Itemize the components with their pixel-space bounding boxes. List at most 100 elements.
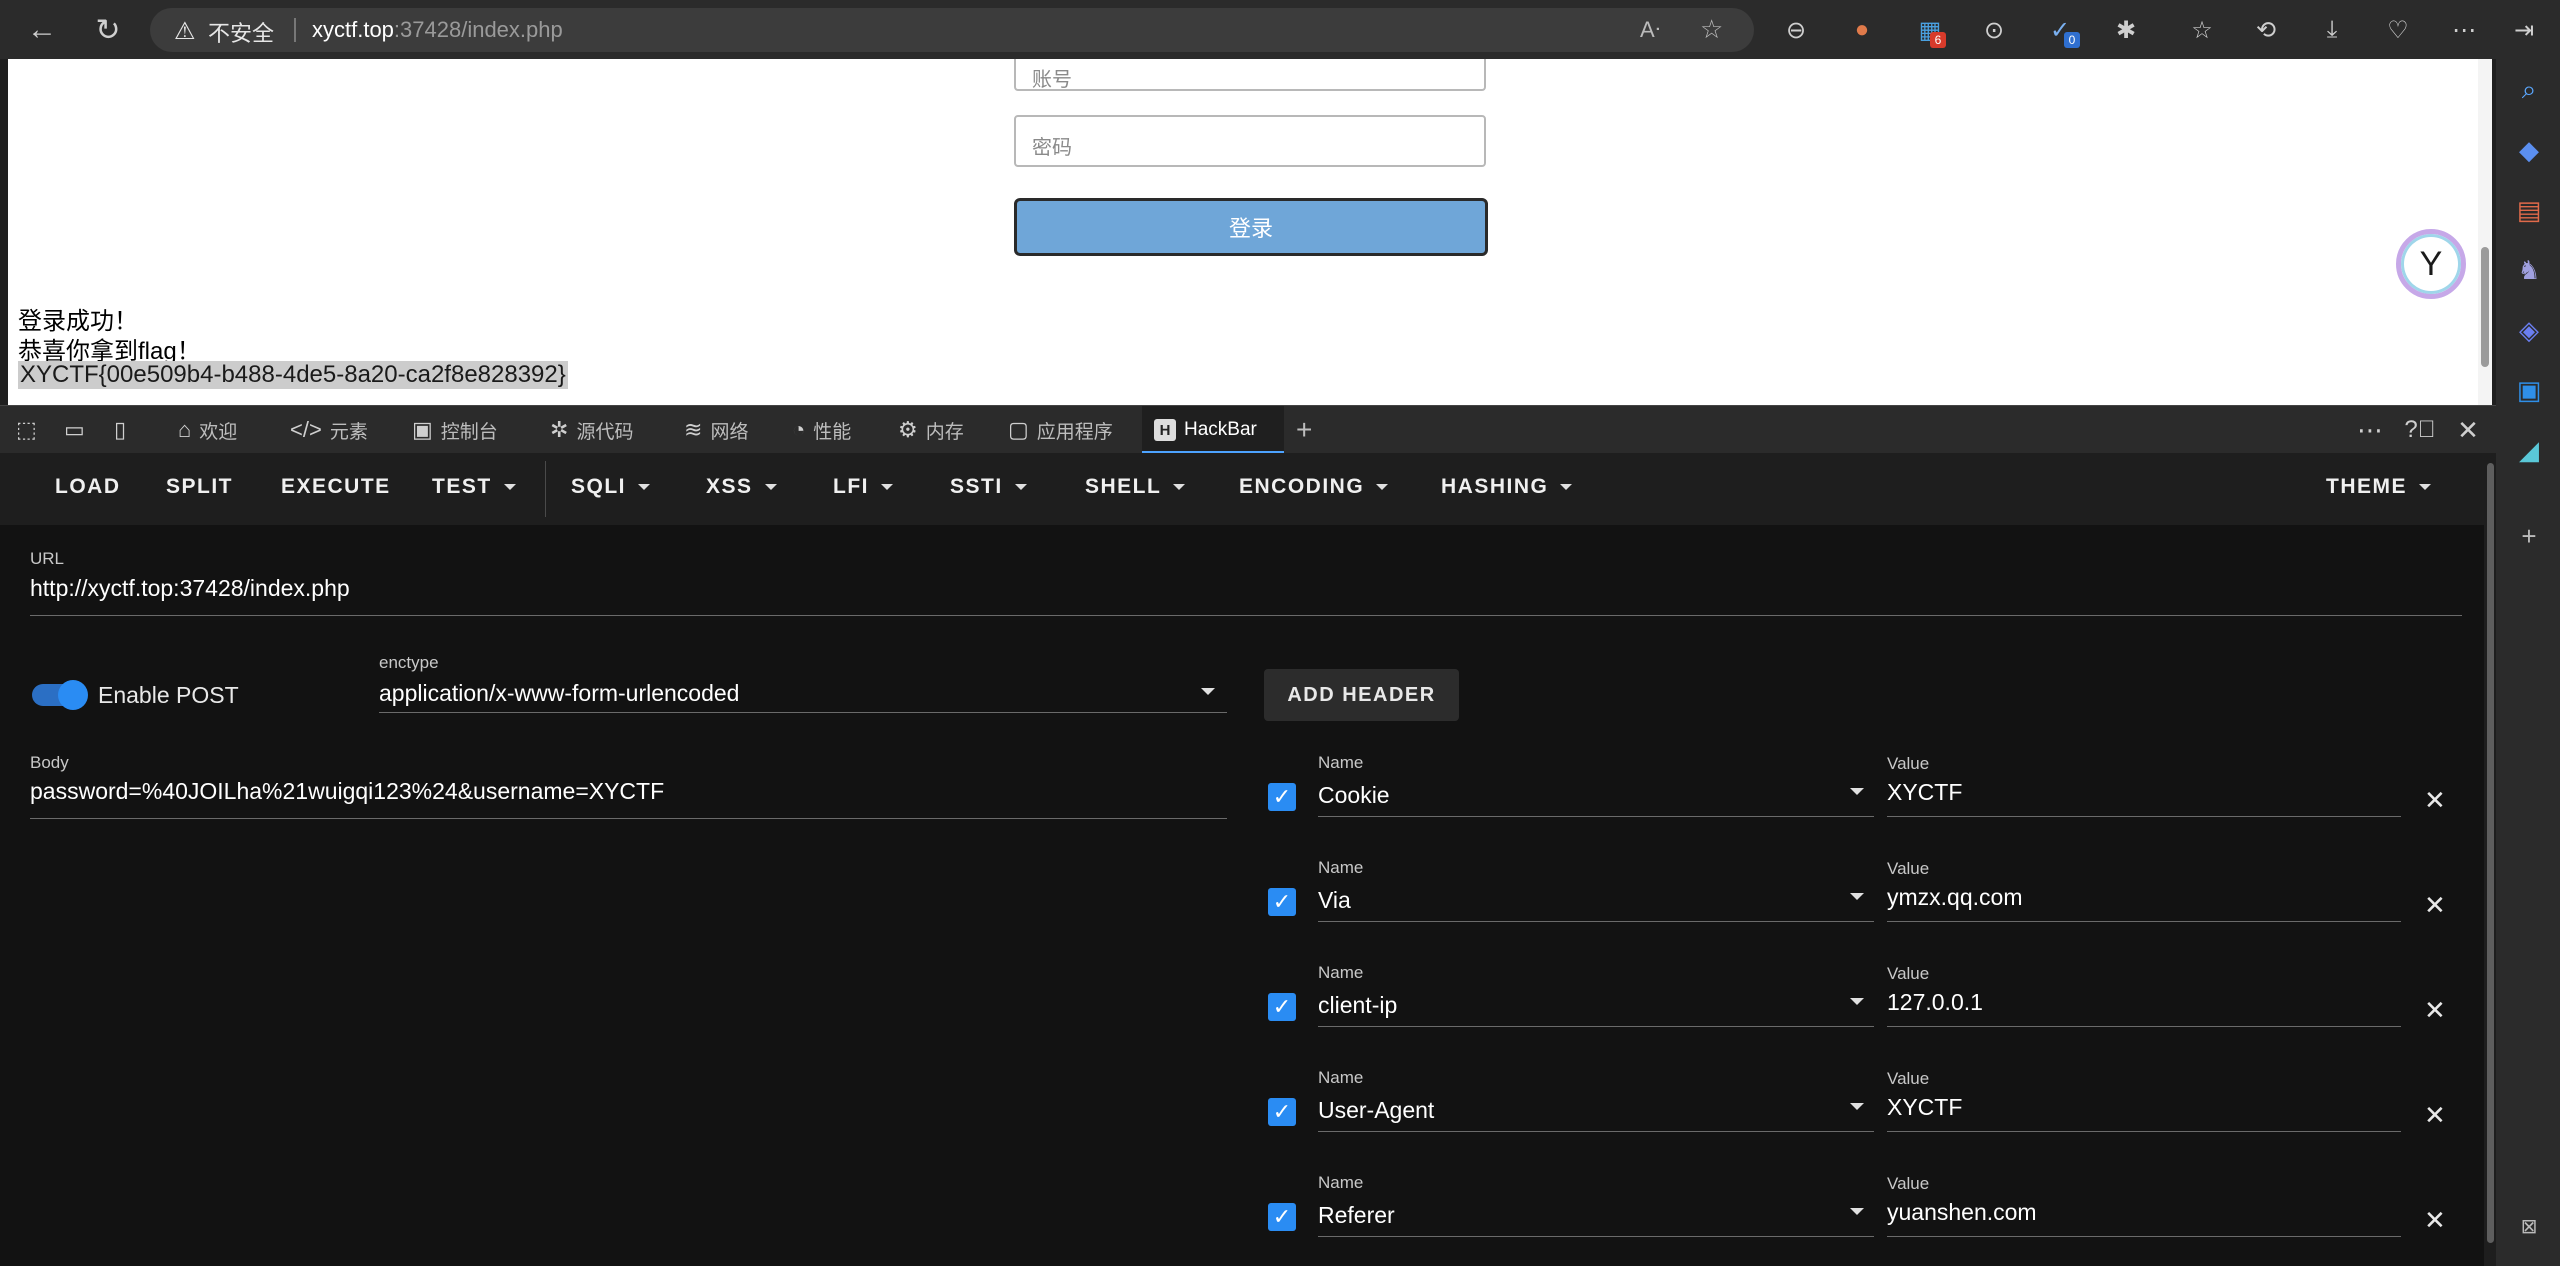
devtools-more-icon[interactable]: ⋯ — [2354, 414, 2386, 446]
url-input[interactable]: http://xyctf.top:37428/index.php — [30, 575, 350, 602]
header-user-agent-checkbox[interactable]: ✓ — [1268, 1098, 1296, 1126]
hackbar-scrollbar-thumb[interactable] — [2487, 463, 2494, 1243]
tab-network[interactable]: ≋ 网络 — [684, 406, 748, 454]
password-input[interactable]: 密码 — [1014, 115, 1486, 167]
xss-menu[interactable]: XSS — [706, 475, 777, 499]
add-sidebar-app-icon[interactable]: + — [2512, 519, 2546, 553]
chevron-down-icon[interactable] — [1201, 688, 1215, 695]
favorite-star-icon[interactable]: ☆ — [1700, 14, 1723, 45]
username-input[interactable]: 账号 — [1014, 59, 1486, 91]
shopping-tag-icon[interactable]: ◆ — [2512, 133, 2546, 167]
dock-icon[interactable]: ▯ — [114, 406, 134, 454]
body-input[interactable]: password=%40JOILha%21wuigqi123%24&userna… — [30, 778, 664, 805]
chevron-down-icon[interactable] — [1850, 1103, 1864, 1110]
chevron-down-icon[interactable] — [1850, 788, 1864, 795]
assistant-logo-icon[interactable]: Y — [2396, 229, 2466, 299]
tab-application[interactable]: ▢ 应用程序 — [1008, 406, 1113, 454]
url-host: xyctf.top — [312, 17, 394, 42]
send-plane-icon[interactable]: ◢ — [2512, 433, 2546, 467]
enctype-select[interactable]: application/x-www-form-urlencoded — [379, 680, 739, 707]
downloads-icon[interactable]: ⤓ — [2316, 14, 2348, 46]
tab-hackbar[interactable]: H HackBar — [1142, 406, 1284, 454]
tab-welcome[interactable]: ⌂ 欢迎 — [178, 406, 237, 454]
warning-icon: ⚠ — [174, 18, 196, 45]
header-name-input[interactable]: Via — [1318, 887, 1351, 914]
header-name-underline — [1318, 921, 1874, 922]
test-menu[interactable]: TEST — [432, 475, 516, 499]
security-label[interactable]: 不安全 — [208, 16, 274, 48]
header-value-input[interactable]: 127.0.0.1 — [1887, 989, 1983, 1016]
search-icon[interactable]: ⌕ — [2512, 73, 2546, 107]
remove-header-icon[interactable]: ✕ — [2424, 1205, 2446, 1236]
tab-performance[interactable]: ◔ 性能 — [792, 406, 851, 454]
extension-mask-icon[interactable]: ⊙ — [1978, 14, 2010, 46]
history-icon[interactable]: ⟲ — [2250, 14, 2282, 46]
header-client-ip-checkbox[interactable]: ✓ — [1268, 993, 1296, 1021]
load-button[interactable]: LOAD — [55, 475, 121, 499]
menu-divider — [545, 461, 546, 517]
remove-header-icon[interactable]: ✕ — [2424, 785, 2446, 816]
ssti-menu[interactable]: SSTI — [950, 475, 1027, 499]
address-bar[interactable]: ⚠ 不安全 xyctf.top:37428/index.php Aᐧ ☆ — [150, 8, 1754, 52]
header-value-input[interactable]: XYCTF — [1887, 779, 1962, 806]
header-referer-checkbox[interactable]: ✓ — [1268, 1203, 1296, 1231]
sidebar-toggle-icon[interactable]: ⇥ — [2508, 14, 2540, 46]
remove-header-icon[interactable]: ✕ — [2424, 890, 2446, 921]
device-emulation-icon[interactable]: ▭ — [64, 406, 93, 454]
chevron-down-icon[interactable] — [1850, 1208, 1864, 1215]
header-name-input[interactable]: Referer — [1318, 1202, 1395, 1229]
theme-menu[interactable]: THEME — [2326, 475, 2431, 499]
page-scrollbar[interactable] — [2478, 59, 2492, 405]
header-value-input[interactable]: XYCTF — [1887, 1094, 1962, 1121]
split-button[interactable]: SPLIT — [166, 475, 233, 499]
zoom-out-icon[interactable]: ⊖ — [1780, 14, 1812, 46]
hackbar-scrollbar[interactable] — [2484, 453, 2496, 1266]
hashing-menu[interactable]: HASHING — [1441, 475, 1573, 499]
header-name-input[interactable]: Cookie — [1318, 782, 1390, 809]
url-label: URL — [30, 549, 65, 568]
enable-post-toggle-knob[interactable] — [58, 680, 88, 710]
extension-owl-icon[interactable]: ● — [1846, 14, 1878, 46]
refresh-icon[interactable]: ↻ — [88, 10, 128, 50]
extensions-puzzle-icon[interactable]: ✱ — [2110, 14, 2142, 46]
tools-briefcase-icon[interactable]: ▤ — [2512, 193, 2546, 227]
login-button[interactable]: 登录 — [1014, 198, 1488, 256]
header-value-input[interactable]: ymzx.qq.com — [1887, 884, 2022, 911]
tab-elements[interactable]: </> 元素 — [290, 406, 368, 454]
read-aloud-icon[interactable]: Aᐧ — [1640, 17, 1660, 43]
tab-memory[interactable]: ⚙ 内存 — [898, 406, 964, 454]
inspect-icon[interactable]: ⬚ — [16, 406, 45, 454]
execute-button[interactable]: EXECUTE — [281, 475, 391, 499]
favorites-icon[interactable]: ☆ — [2186, 14, 2218, 46]
chevron-down-icon[interactable] — [1850, 998, 1864, 1005]
flag-text[interactable]: XYCTF{00e509b4-b488-4de5-8a20-ca2f8e8283… — [18, 361, 568, 389]
sqli-menu[interactable]: SQLI — [571, 475, 651, 499]
tab-console[interactable]: ▣ 控制台 — [412, 406, 498, 454]
outlook-icon[interactable]: ▣ — [2512, 373, 2546, 407]
header-name-input[interactable]: User-Agent — [1318, 1097, 1434, 1124]
chevron-down-icon[interactable] — [1850, 893, 1864, 900]
more-menu-icon[interactable]: ⋯ — [2448, 14, 2480, 46]
games-chess-icon[interactable]: ♞ — [2512, 253, 2546, 287]
xss-menu-label: XSS — [706, 475, 753, 498]
header-value-input[interactable]: yuanshen.com — [1887, 1199, 2037, 1226]
add-header-button[interactable]: ADD HEADER — [1264, 669, 1459, 721]
browser-essentials-icon[interactable]: ♡ — [2382, 14, 2414, 46]
header-cookie-checkbox[interactable]: ✓ — [1268, 783, 1296, 811]
tab-sources[interactable]: ✲ 源代码 — [550, 406, 633, 454]
add-tab-icon[interactable]: + — [1296, 406, 1312, 454]
copilot-icon[interactable]: ◈ — [2512, 313, 2546, 347]
shell-menu[interactable]: SHELL — [1085, 475, 1186, 499]
header-name-input[interactable]: client-ip — [1318, 992, 1397, 1019]
remove-header-icon[interactable]: ✕ — [2424, 1100, 2446, 1131]
url-text[interactable]: xyctf.top:37428/index.php — [312, 17, 563, 43]
close-devtools-icon[interactable]: ✕ — [2452, 414, 2484, 446]
back-icon[interactable]: ← — [22, 10, 62, 50]
remove-header-icon[interactable]: ✕ — [2424, 995, 2446, 1026]
encoding-menu[interactable]: ENCODING — [1239, 475, 1389, 499]
lfi-menu[interactable]: LFI — [833, 475, 893, 499]
sidebar-settings-icon[interactable]: ⊠ — [2512, 1209, 2546, 1243]
header-via-checkbox[interactable]: ✓ — [1268, 888, 1296, 916]
page-scrollbar-thumb[interactable] — [2481, 247, 2489, 367]
help-icon[interactable]: ?⃝ — [2404, 414, 2436, 446]
